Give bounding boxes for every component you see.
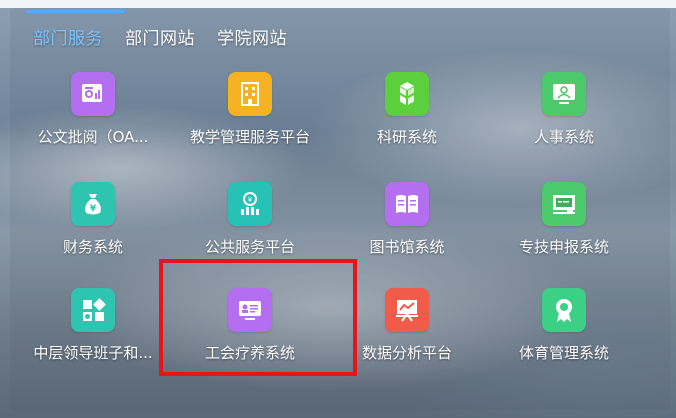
app-label: 人事系统 [533,128,594,146]
money-bag-icon: ¥ [71,182,115,226]
app-research-system[interactable]: 科研系统 [332,72,482,168]
app-label: 公共服务平台 [204,238,295,256]
svg-text:¥: ¥ [248,196,253,204]
app-label: 教学管理服务平台 [189,128,310,146]
app-label: 科研系统 [376,128,437,146]
app-mid-level-leadership[interactable]: 中层领导班子和... [18,288,168,384]
award-ribbon-icon [542,288,586,332]
tab-department-websites[interactable]: 部门网站 [114,24,206,54]
document-chart-icon [71,72,115,116]
chart-board-icon [385,288,429,332]
tab-bar: 部门服务 部门网站 学院网站 [22,24,298,60]
apps-grid-icon [71,288,115,332]
app-teaching-management[interactable]: 教学管理服务平台 [175,72,325,168]
app-finance-system[interactable]: ¥ 财务系统 [18,182,168,278]
yen-coin-icon: ¥ [228,182,272,226]
cubes-icon [385,72,429,116]
open-book-icon [385,182,429,226]
tab-college-websites[interactable]: 学院网站 [206,24,298,54]
app-hr-system[interactable]: 人事系统 [489,72,639,168]
tab-department-services[interactable]: 部门服务 [22,24,114,54]
app-professional-title-application[interactable]: 专技申报系统 [489,182,639,278]
app-label: 专技申报系统 [518,238,609,256]
app-label: 体育管理系统 [518,344,609,362]
svg-text:¥: ¥ [90,204,97,214]
blackboard-icon [542,182,586,226]
app-label: 中层领导班子和... [33,344,153,362]
building-icon [228,72,272,116]
app-oa-document-review[interactable]: 公文批阅（OA... [18,72,168,168]
active-tab-indicator [26,10,124,13]
app-label: 财务系统 [62,238,123,256]
app-label: 公文批阅（OA... [37,128,149,146]
app-label: 图书馆系统 [369,238,445,256]
highlight-box [159,259,357,376]
app-sports-management-system[interactable]: 体育管理系统 [489,288,639,384]
person-monitor-icon [542,72,586,116]
